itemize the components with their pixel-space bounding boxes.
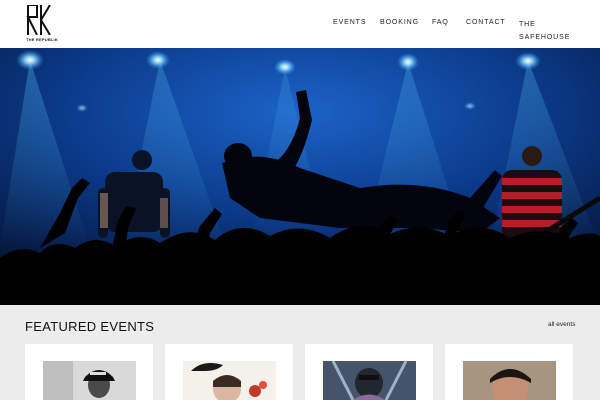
event-image[interactable]: [43, 361, 136, 400]
album-art-icon: [323, 361, 416, 400]
logo-text: THE REPUBLIK: [26, 37, 58, 42]
event-card[interactable]: [25, 344, 153, 400]
logo-mark-icon: [26, 5, 51, 35]
nav-contact[interactable]: CONTACT: [466, 19, 506, 26]
featured-events-section: FEATURED EVENTS all events: [0, 305, 600, 400]
nav-faq[interactable]: FAQ: [432, 19, 449, 26]
event-card[interactable]: [445, 344, 573, 400]
nav-booking[interactable]: BOOKING: [380, 19, 419, 26]
artist-poster-icon: [183, 361, 276, 400]
artist-portrait-icon: [463, 361, 556, 400]
featured-events-heading: FEATURED EVENTS: [25, 319, 155, 334]
event-image[interactable]: [463, 361, 556, 400]
event-image[interactable]: [183, 361, 276, 400]
artist-photo-icon: [43, 361, 136, 400]
nav-events[interactable]: EVENTS: [333, 19, 366, 26]
event-card[interactable]: [165, 344, 293, 400]
site-logo[interactable]: THE REPUBLIK: [26, 5, 58, 42]
hero-banner: [0, 48, 600, 305]
nav-the-safehouse[interactable]: THE SAFEHOUSE: [519, 18, 569, 44]
event-image[interactable]: [323, 361, 416, 400]
all-events-link[interactable]: all events: [548, 321, 575, 328]
concert-crowd-image: [0, 48, 600, 305]
event-card[interactable]: [305, 344, 433, 400]
site-header: THE REPUBLIK EVENTS BOOKING FAQ CONTACT …: [0, 0, 600, 48]
